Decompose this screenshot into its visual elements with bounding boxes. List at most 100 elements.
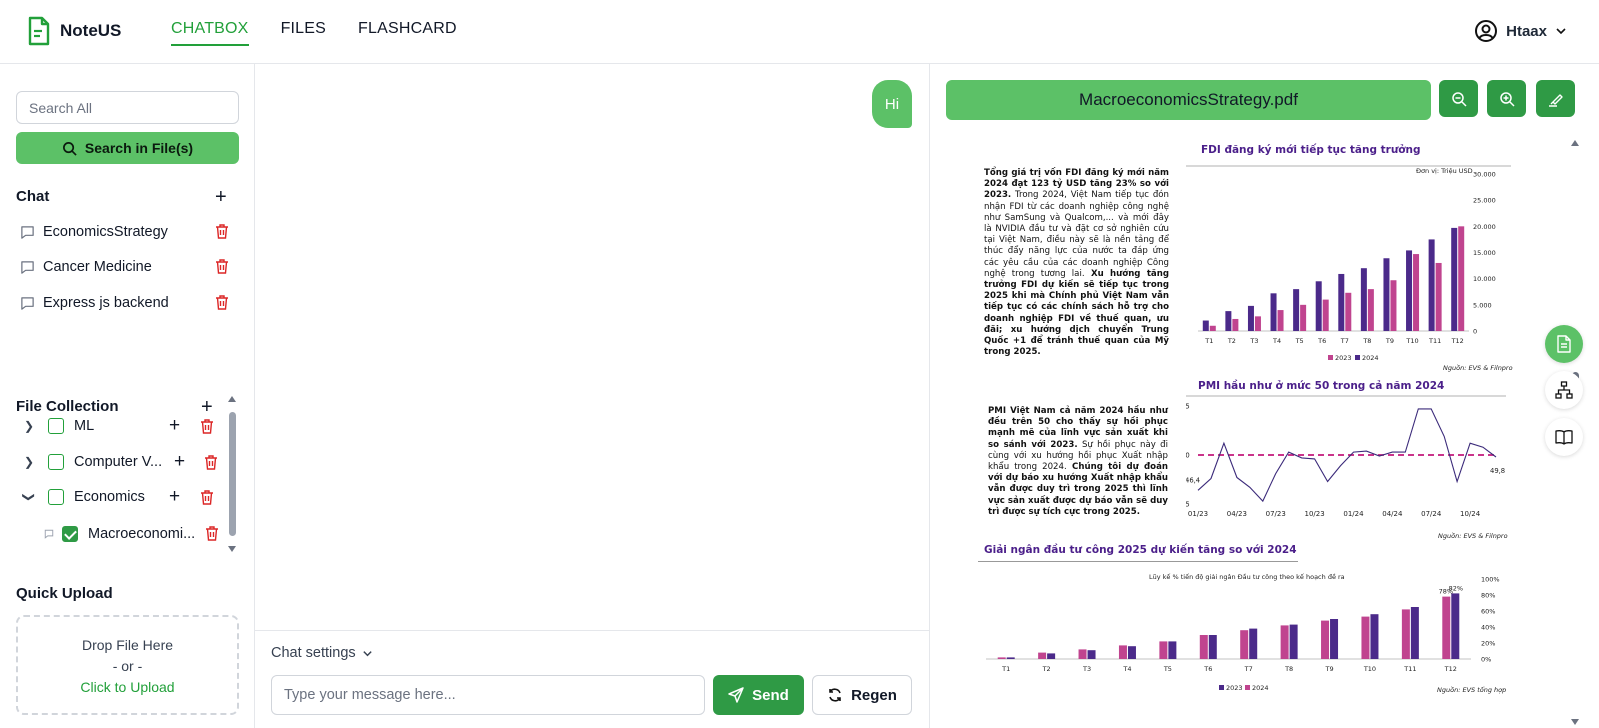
pdf-paragraph: Tổng giá trị vốn FDI đăng ký mới năm 202… [984, 168, 1169, 358]
bar-2023 [1345, 292, 1352, 331]
bar-2023 [1367, 289, 1374, 331]
x-tick-label: 07/23 [1266, 510, 1286, 518]
chat-bubble-icon [44, 529, 54, 539]
bar-2023 [1087, 650, 1096, 659]
y-tick-label: 30.000 [1473, 171, 1496, 179]
y-tick-label: 55 [1186, 403, 1190, 411]
collection-item[interactable]: ❯ ML [22, 414, 94, 438]
book-open-icon [1555, 430, 1573, 445]
chat-settings-toggle[interactable]: Chat settings [271, 645, 373, 661]
user-menu[interactable]: Htaax [1474, 19, 1567, 43]
trash-icon[interactable] [199, 489, 215, 506]
bar-2023 [1208, 635, 1217, 659]
bar-2023 [1006, 657, 1015, 659]
search-in-files-button[interactable]: Search in File(s) [16, 132, 239, 164]
chat-item-label: Cancer Medicine [43, 259, 152, 275]
trash-icon[interactable] [203, 454, 219, 471]
click-to-upload-link[interactable]: Click to Upload [18, 677, 237, 698]
bar-2024 [1360, 268, 1367, 331]
bar-2023 [1390, 280, 1397, 331]
x-tick-label: T7 [1340, 337, 1349, 345]
collection-checkbox[interactable] [48, 489, 64, 505]
y-tick-label: 40% [1481, 624, 1495, 632]
mindmap-view-button[interactable] [1545, 371, 1583, 409]
document-view-button[interactable] [1545, 325, 1583, 363]
bar-2023 [1047, 653, 1056, 659]
search-all-input[interactable] [16, 91, 239, 124]
scroll-up-icon[interactable] [1571, 140, 1579, 146]
collection-scrollbar[interactable] [227, 394, 237, 554]
x-tick-label: T10 [1405, 337, 1418, 345]
search-in-files-label: Search in File(s) [84, 140, 194, 156]
bar-2024 [1280, 625, 1289, 659]
upload-dropzone[interactable]: Drop File Here - or - Click to Upload [16, 615, 239, 715]
chevron-down-icon[interactable]: ❯ [22, 490, 36, 504]
x-tick-label: T5 [1163, 665, 1172, 673]
x-tick-label: T4 [1272, 337, 1281, 345]
collection-item[interactable]: ❯ Economics [22, 485, 145, 509]
bar-2023 [1322, 299, 1329, 331]
collection-item[interactable]: ❯ Computer V... [22, 450, 162, 474]
file-label: Macroeconomi... [88, 526, 196, 542]
bar-2024 [1321, 620, 1330, 659]
scroll-down-icon[interactable] [1571, 719, 1579, 725]
y-tick-label: 20% [1481, 640, 1495, 648]
y-tick-label: 0% [1481, 656, 1491, 664]
chat-item[interactable]: Express js backend [20, 291, 236, 315]
x-tick-label: 01/24 [1343, 510, 1364, 518]
add-file-button[interactable]: + [169, 415, 180, 437]
x-tick-label: T2 [1042, 665, 1051, 673]
quick-upload-title: Quick Upload [16, 585, 113, 602]
file-item[interactable]: Macroeconomi... [44, 522, 195, 546]
collection-checkbox[interactable] [48, 418, 64, 434]
pdf-page: Tổng giá trị vốn FDI đăng ký mới năm 202… [946, 136, 1558, 714]
zoom-out-button[interactable] [1439, 80, 1478, 117]
trash-icon[interactable] [214, 294, 230, 311]
chevron-right-icon[interactable]: ❯ [22, 455, 36, 469]
chat-settings-label: Chat settings [271, 645, 356, 661]
y-tick-label: 50 [1186, 452, 1190, 460]
add-collection-button[interactable]: + [201, 397, 213, 417]
tab-files[interactable]: FILES [281, 20, 326, 46]
highlight-button[interactable] [1536, 80, 1575, 117]
zoom-in-button[interactable] [1487, 80, 1526, 117]
add-file-button[interactable]: + [174, 451, 185, 473]
file-checkbox[interactable] [62, 526, 78, 542]
bar-2024 [1240, 630, 1249, 659]
bar-2024 [997, 657, 1006, 659]
chat-item[interactable]: EconomicsStrategy [20, 220, 236, 244]
paragraph-text: Trong 2024, Việt Nam tiếp tục đón nhận F… [984, 190, 1169, 279]
bar-2024 [1199, 635, 1208, 659]
message-input[interactable] [271, 675, 705, 715]
tab-chatbox[interactable]: CHATBOX [171, 20, 249, 46]
fdi-source: Nguồn: EVS & Filnpro [1443, 364, 1513, 372]
regen-button[interactable]: Regen [812, 675, 912, 715]
chat-item[interactable]: Cancer Medicine [20, 255, 236, 279]
collection-checkbox[interactable] [48, 454, 64, 470]
chevron-down-icon [362, 650, 372, 656]
y-tick-label: 15.000 [1473, 249, 1496, 257]
scroll-up-icon[interactable] [228, 396, 236, 402]
x-tick-label: T1 [1001, 665, 1010, 673]
app-logo[interactable]: NoteUS [28, 16, 121, 46]
bar-2023 [1232, 318, 1239, 331]
regen-label: Regen [851, 686, 897, 704]
add-file-button[interactable]: + [169, 486, 180, 508]
trash-icon[interactable] [214, 258, 230, 275]
add-chat-button[interactable]: + [215, 187, 227, 207]
pmi-line-chart: 55 50 4501/23 04/23 07/23 10/23 01/24 04/24 07/2… [1186, 395, 1506, 518]
chat-bubble-icon [21, 296, 34, 310]
flashcard-view-button[interactable] [1545, 418, 1583, 456]
tab-flashcard[interactable]: FLASHCARD [358, 20, 457, 46]
trash-icon[interactable] [199, 418, 215, 435]
x-tick-label: T12 [1451, 337, 1464, 345]
trash-icon[interactable] [214, 223, 230, 240]
scroll-down-icon[interactable] [228, 546, 236, 552]
x-tick-label: T2 [1227, 337, 1236, 345]
y-tick-label: 45 [1186, 501, 1190, 509]
send-button[interactable]: Send [713, 675, 804, 715]
bar-2023 [1451, 593, 1460, 659]
trash-icon[interactable] [204, 525, 220, 542]
scroll-thumb[interactable] [229, 412, 236, 536]
chevron-right-icon[interactable]: ❯ [22, 419, 36, 433]
